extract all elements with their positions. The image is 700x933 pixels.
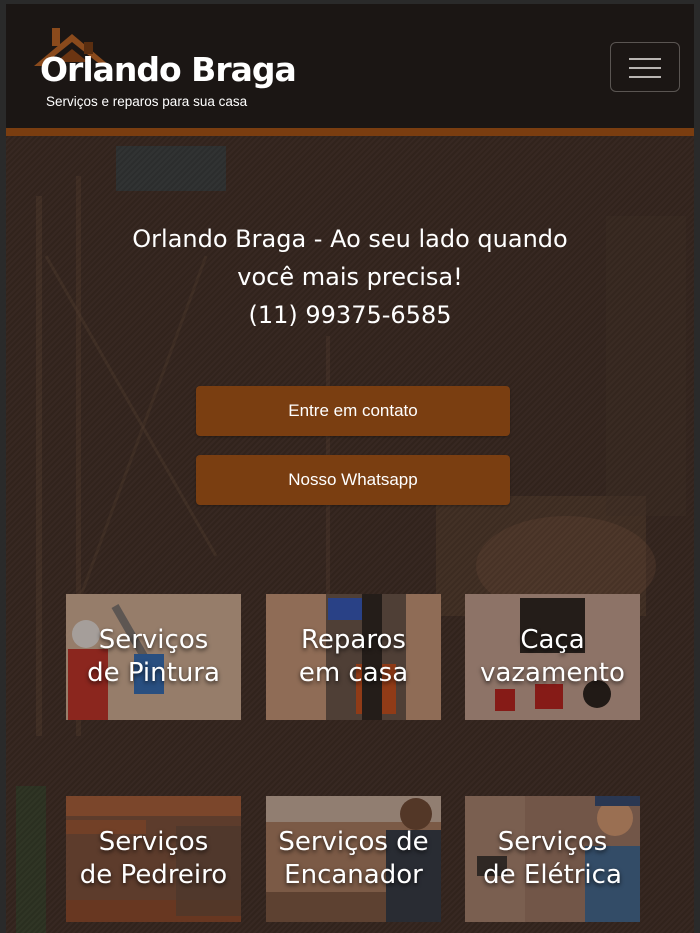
service-card-label: Serviços de Encanador — [278, 827, 429, 890]
hero-section: Orlando Braga - Ao seu lado quando você … — [6, 136, 694, 933]
service-card-encanador[interactable]: Serviços de Encanador — [266, 796, 441, 922]
service-card-eletrica[interactable]: Serviços de Elétrica — [465, 796, 640, 922]
hamburger-menu-icon — [629, 58, 661, 60]
service-card-label: Reparos em casa — [298, 625, 409, 688]
whatsapp-button[interactable]: Nosso Whatsapp — [196, 455, 510, 505]
hamburger-menu-icon-bar — [629, 76, 661, 78]
phone-number: (11) 99375-6585 — [248, 301, 452, 329]
service-card-reparos[interactable]: Reparos em casa — [266, 594, 441, 720]
headline-line-2: você mais precisa! — [237, 263, 463, 291]
hero-headline: Orlando Braga - Ao seu lado quando você … — [6, 220, 694, 334]
service-card-vazamento[interactable]: Caça vazamento — [465, 594, 640, 720]
service-card-pintura[interactable]: Serviços de Pintura — [66, 594, 241, 720]
service-card-label: Serviços de Pedreiro — [79, 827, 228, 890]
navbar-accent-stripe — [6, 128, 694, 136]
browser-frame: Orlando Braga Serviços e reparos para su… — [0, 0, 700, 933]
brand-name: Orlando Braga — [40, 50, 297, 89]
navbar: Orlando Braga Serviços e reparos para su… — [6, 4, 694, 128]
brand-logo[interactable]: Orlando Braga Serviços e reparos para su… — [26, 22, 297, 122]
hamburger-menu-button[interactable] — [610, 42, 680, 92]
service-card-pedreiro[interactable]: Serviços de Pedreiro — [66, 796, 241, 922]
headline-line-1: Orlando Braga - Ao seu lado quando — [132, 225, 568, 253]
contact-button[interactable]: Entre em contato — [196, 386, 510, 436]
service-card-label: Serviços de Pintura — [87, 625, 220, 688]
page-viewport: Orlando Braga Serviços e reparos para su… — [6, 4, 694, 933]
service-card-label: Caça vazamento — [480, 625, 625, 688]
service-card-label: Serviços de Elétrica — [483, 827, 622, 890]
hamburger-menu-icon-bar — [629, 67, 661, 69]
brand-tagline: Serviços e reparos para sua casa — [46, 94, 248, 109]
